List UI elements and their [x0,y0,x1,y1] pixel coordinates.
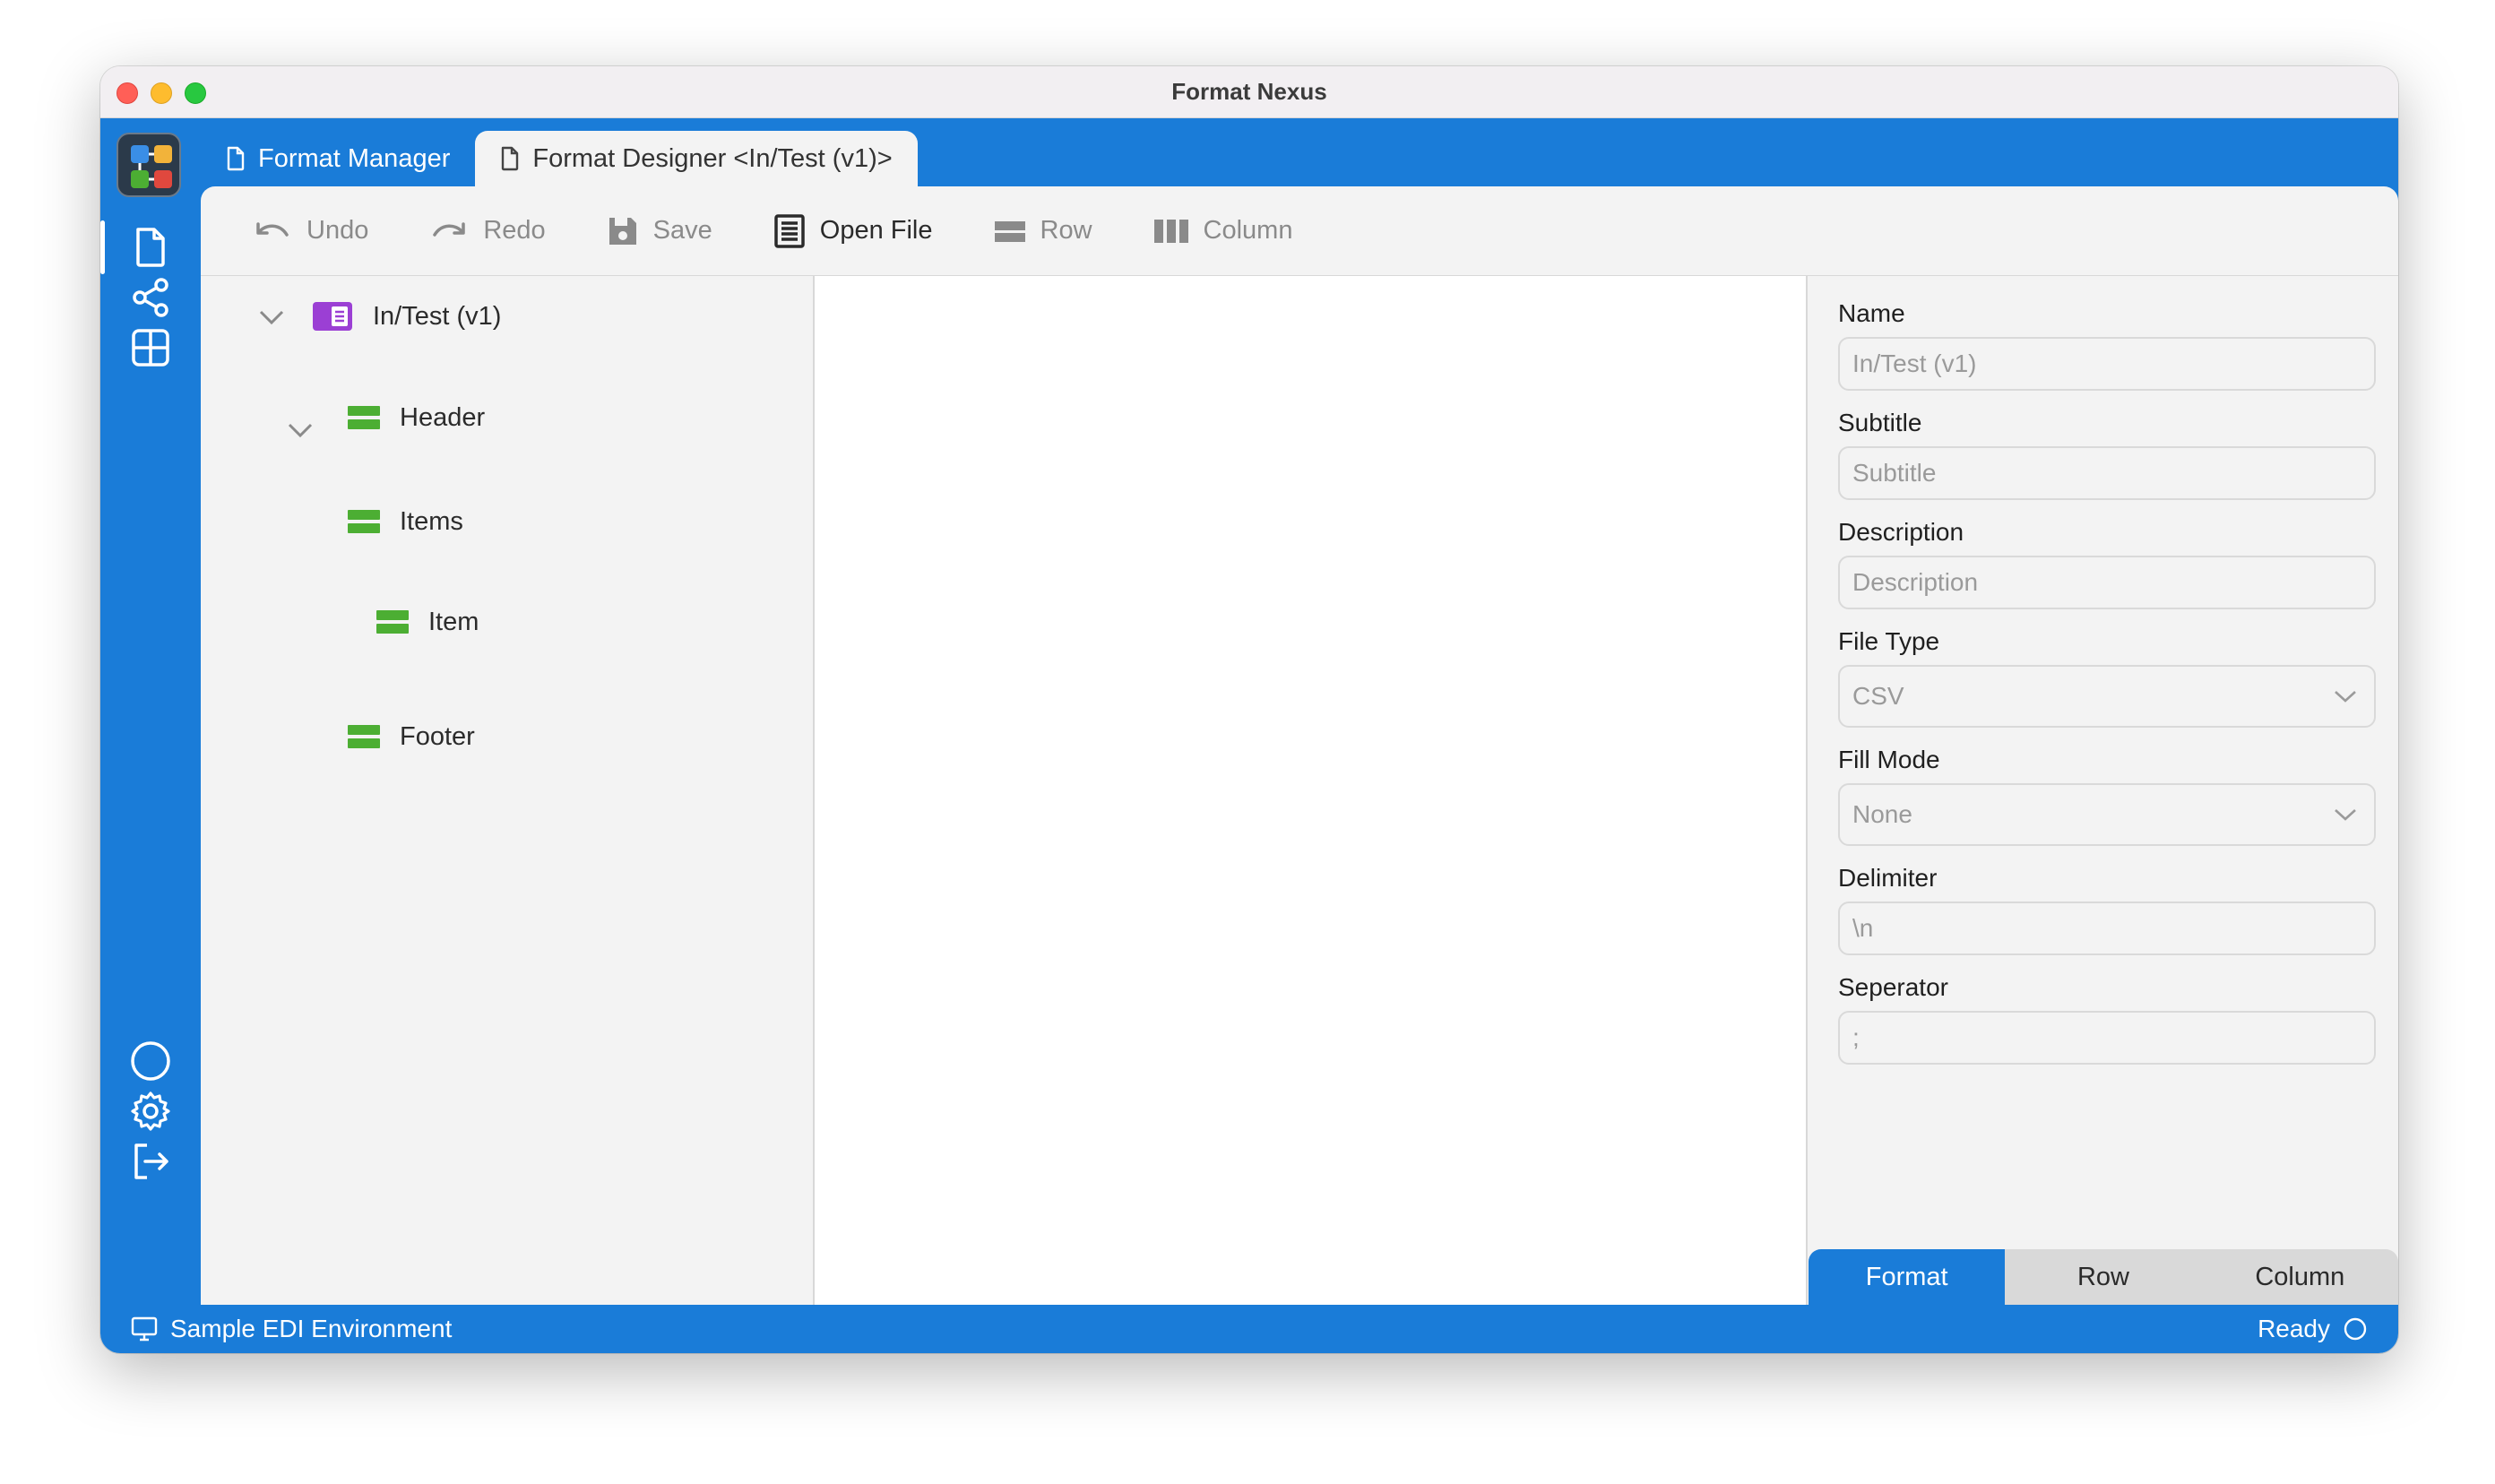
name-label: Name [1838,299,1905,327]
subtitle-field[interactable]: Subtitle [1838,446,2376,500]
save-button[interactable]: Save [607,215,712,247]
tab-format[interactable]: Format [1809,1249,2006,1305]
status-bar: Sample EDI Environment Ready [100,1305,2398,1353]
chevron-down-icon[interactable] [287,421,314,439]
delimiter-field[interactable]: \n [1838,902,2376,955]
separator-field[interactable]: ; [1838,1011,2376,1065]
add-row-button[interactable]: Row [994,216,1092,246]
undo-icon [256,221,289,237]
fill-mode-select[interactable]: None [1838,783,2376,846]
grid-icon [132,329,169,367]
file-type-value: CSV [1852,682,1904,710]
environment-label: Sample EDI Environment [170,1315,453,1342]
circle-icon [2344,1317,2367,1341]
description-label: Description [1838,518,1964,546]
sidebar [100,118,201,1305]
design-canvas[interactable] [813,276,1808,1305]
tree-item-label: Header [400,402,486,432]
tree-item-root[interactable]: In/Test (v1) [312,296,501,337]
description-placeholder: Description [1852,568,1979,596]
file-type-select[interactable]: CSV [1838,665,2376,728]
tab-format-manager[interactable]: Format Manager [201,131,475,186]
format-tree: In/Test (v1) Header Items Item Footer [201,276,813,1305]
save-icon [609,217,636,245]
fill-mode-value: None [1852,800,1912,828]
column-icon [1153,219,1188,243]
tree-item-items-row[interactable]: Items [348,504,463,539]
chevron-down-icon [2335,809,2356,821]
subtitle-placeholder: Subtitle [1852,459,1937,487]
zoom-window-button[interactable] [185,82,206,104]
app-window: Format Nexus Format Manager Format Desig… [100,66,2398,1353]
tree-item-label: In/Test (v1) [373,301,502,331]
app-logo-icon [117,133,181,197]
document-icon [227,146,245,171]
add-column-button[interactable]: Column [1153,216,1293,246]
row-icon [994,220,1025,242]
tab-row[interactable]: Row [2005,1249,2201,1305]
tree-item-item[interactable]: Item [376,604,479,640]
redo-icon [433,221,466,237]
fill-mode-label: Fill Mode [1838,746,1940,773]
designer-content: Undo Redo Save Open File Row Column In/T… [201,186,2398,1305]
delimiter-label: Delimiter [1838,864,1938,892]
environment-indicator[interactable]: Sample EDI Environment [131,1315,452,1343]
logout-icon [134,1143,168,1179]
close-window-button[interactable] [117,82,138,104]
format-record-icon [313,302,352,331]
sidebar-logout-button[interactable] [100,1126,201,1197]
subtitle-label: Subtitle [1838,409,1922,436]
tree-item-label: Footer [400,721,475,751]
file-list-icon [774,213,805,248]
tree-item-label: Item [428,607,479,636]
connection-status: Ready [2258,1315,2368,1343]
traffic-lights [117,82,206,104]
open-file-button[interactable]: Open File [773,213,933,248]
sidebar-grid-button[interactable] [100,312,201,384]
tab-label: Format Designer <In/Test (v1)> [532,143,893,173]
undo-label: Undo [306,216,369,245]
minimize-window-button[interactable] [151,82,172,104]
title-bar: Format Nexus [100,66,2398,118]
monitor-icon [131,1316,158,1342]
tab-format-designer[interactable]: Format Designer <In/Test (v1)> [475,131,918,186]
status-label: Ready [2258,1315,2330,1342]
properties-panel: Name In/Test (v1) Subtitle Subtitle Desc… [1808,276,2398,1305]
document-tabs: Format Manager Format Designer <In/Test … [201,131,918,186]
tab-column[interactable]: Column [2202,1249,2398,1305]
window-title: Format Nexus [1171,78,1327,105]
row-icon [376,610,409,634]
row-icon [348,406,380,429]
properties-tabs: Format Row Column [1809,1249,2398,1305]
row-icon [348,510,380,533]
save-label: Save [652,216,712,245]
toolbar: Undo Redo Save Open File Row Column [201,186,2398,276]
column-label: Column [1203,216,1293,245]
open-file-label: Open File [819,216,933,245]
redo-label: Redo [483,216,546,245]
name-field[interactable]: In/Test (v1) [1838,337,2376,391]
row-icon [348,725,380,748]
tree-item-label: Items [400,506,463,536]
row-label: Row [1040,216,1092,245]
file-type-label: File Type [1838,627,1940,655]
tree-item-header[interactable]: Header [348,400,485,436]
tab-label: Format Manager [258,143,451,173]
name-value: In/Test (v1) [1852,349,1977,377]
document-icon [502,146,519,171]
delimiter-value: \n [1852,914,1874,942]
redo-button[interactable]: Redo [429,216,546,246]
chevron-down-icon [2335,691,2356,703]
chevron-down-icon[interactable] [258,308,285,326]
undo-button[interactable]: Undo [253,216,368,246]
description-field[interactable]: Description [1838,556,2376,609]
separator-value: ; [1852,1023,1860,1051]
tree-item-footer[interactable]: Footer [348,719,475,755]
separator-label: Seperator [1838,973,1948,1001]
